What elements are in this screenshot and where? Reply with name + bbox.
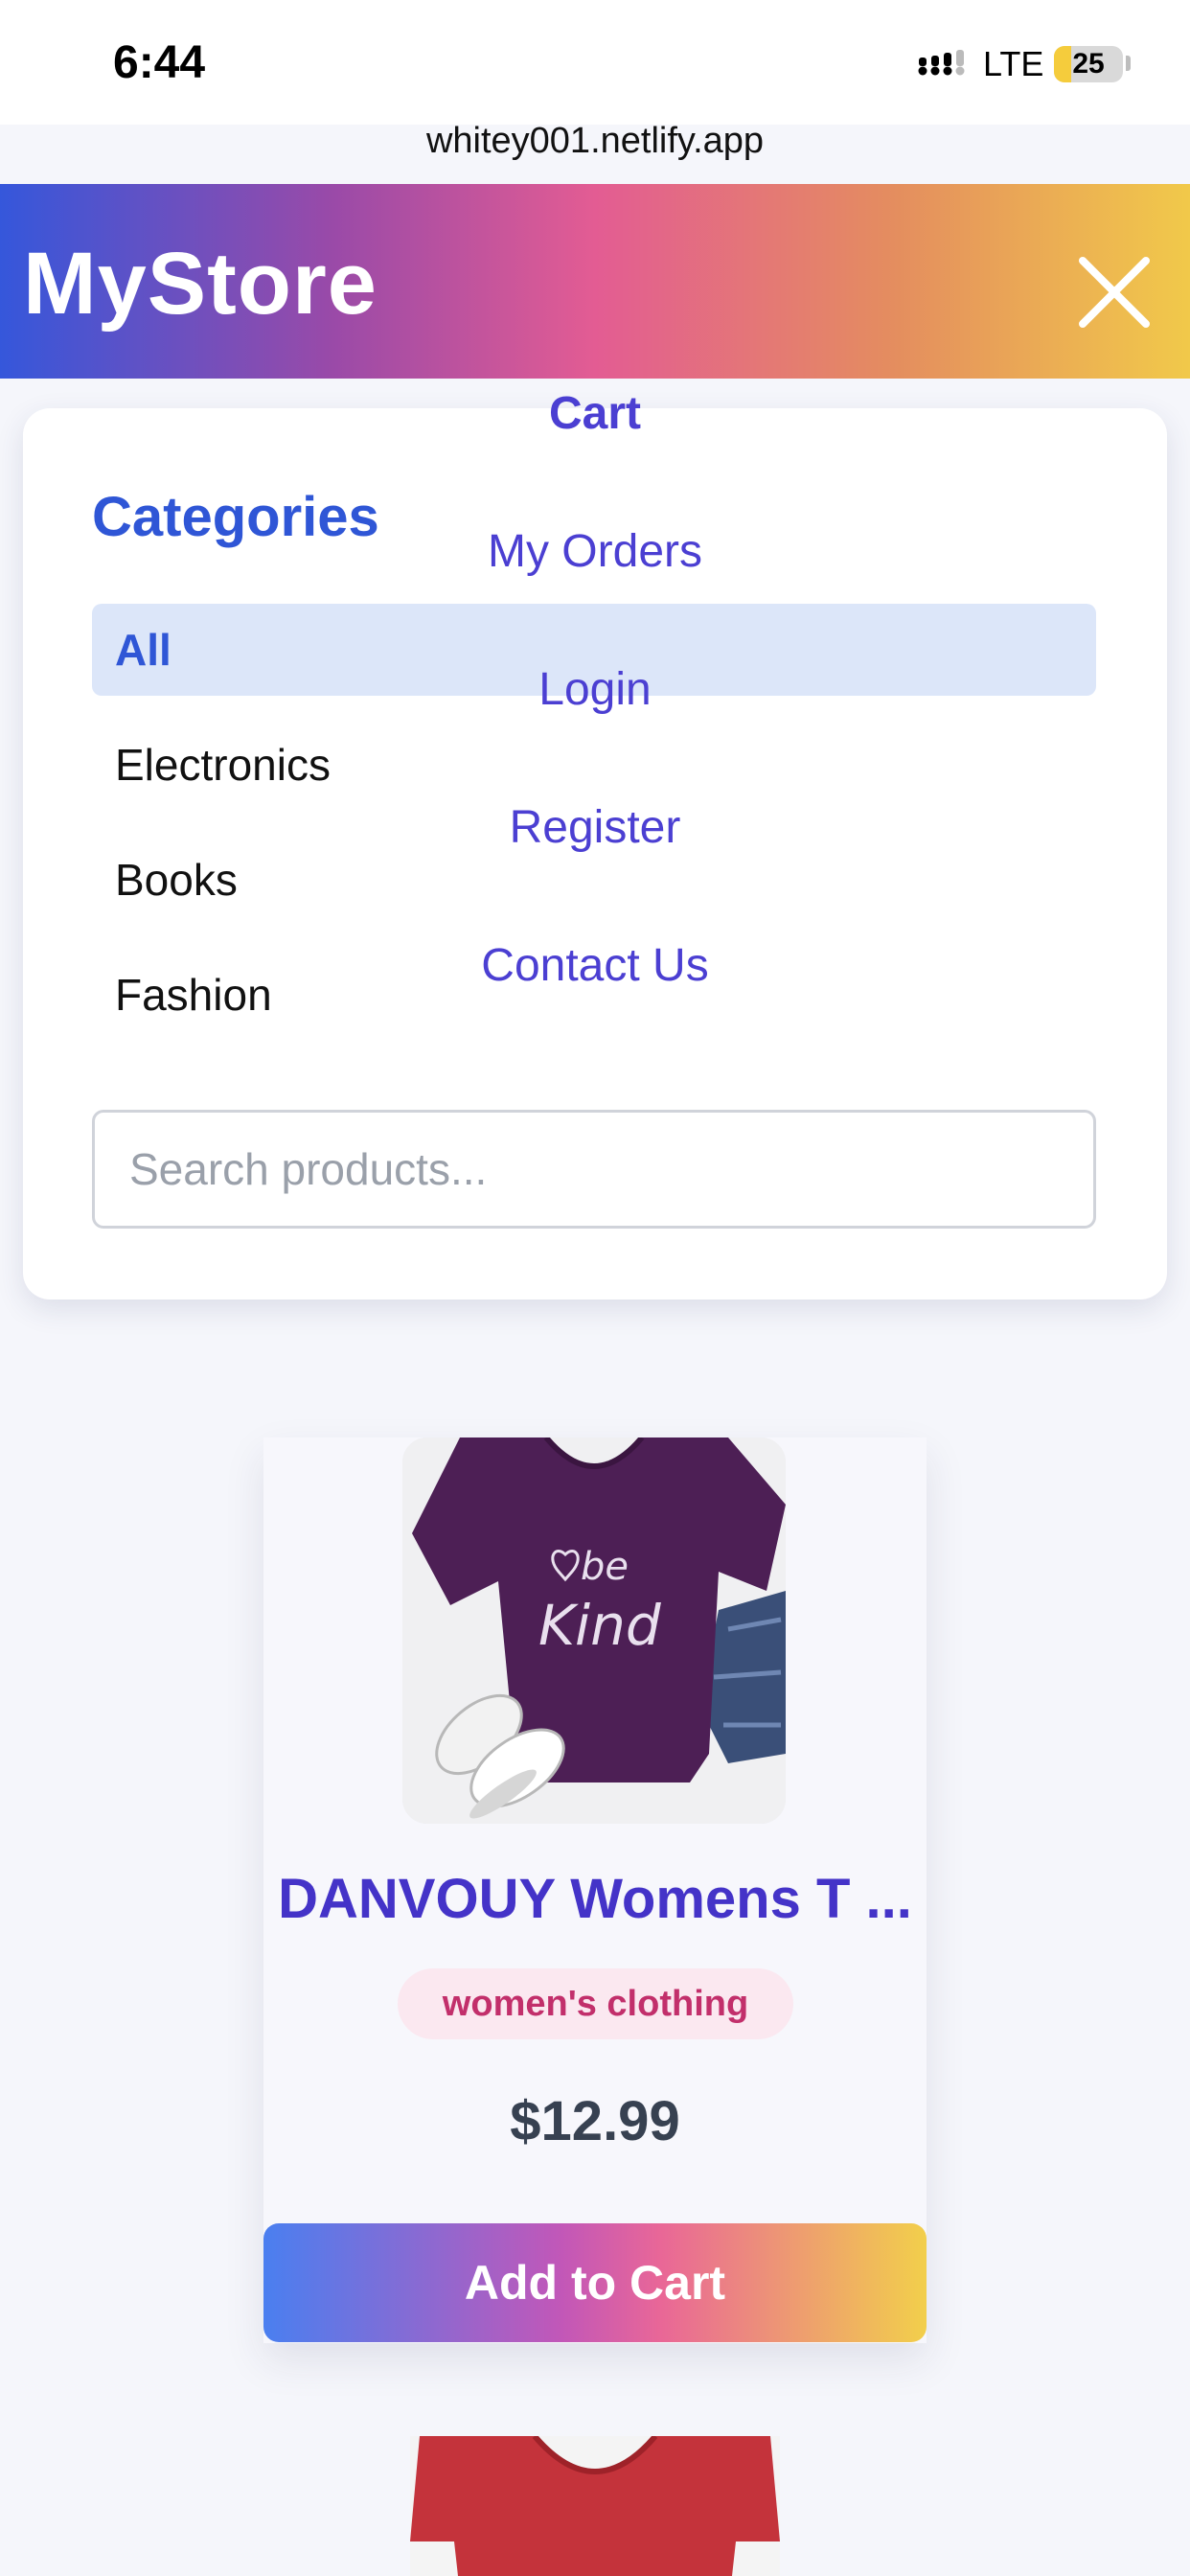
nav-link-my-orders[interactable]: My Orders xyxy=(0,525,1190,578)
brand-logo[interactable]: MyStore xyxy=(23,234,378,334)
search-input[interactable] xyxy=(92,1110,1096,1229)
product-image[interactable]: be Kind xyxy=(402,1438,786,1824)
status-bar: 6:44 LTE 25 whitey001.netlify.app xyxy=(0,0,1190,161)
category-badge: women's clothing xyxy=(398,1968,793,2039)
tshirt-print-kind: Kind xyxy=(538,1593,662,1658)
tshirt-print-be: be xyxy=(581,1545,629,1589)
product-card: be Kind DANVOUY Womens T ... women's clo… xyxy=(263,1438,927,2343)
status-time: 6:44 xyxy=(113,37,206,88)
nav-link-cart[interactable]: Cart xyxy=(0,387,1190,440)
url-bar[interactable]: whitey001.netlify.app xyxy=(0,121,1190,162)
red-tshirt-illustration xyxy=(410,2436,780,2576)
site-header: MyStore xyxy=(0,184,1190,379)
network-label: LTE xyxy=(983,44,1044,83)
signal-icon xyxy=(918,50,965,76)
nav-link-login[interactable]: Login xyxy=(0,663,1190,716)
product-image-next[interactable] xyxy=(410,2436,780,2576)
add-to-cart-button[interactable]: Add to Cart xyxy=(263,2223,927,2342)
battery-icon: 25 xyxy=(1054,46,1123,82)
close-icon[interactable] xyxy=(1073,251,1156,334)
tshirt-illustration: be Kind xyxy=(402,1438,786,1824)
battery-level: 25 xyxy=(1072,48,1105,80)
product-title[interactable]: DANVOUY Womens T ... xyxy=(263,1867,927,1931)
battery-nub xyxy=(1126,56,1131,71)
nav-link-register[interactable]: Register xyxy=(0,801,1190,854)
nav-link-contact-us[interactable]: Contact Us xyxy=(0,939,1190,992)
product-price: $12.99 xyxy=(510,2090,680,2152)
category-item-electronics[interactable]: Electronics xyxy=(92,719,1096,811)
